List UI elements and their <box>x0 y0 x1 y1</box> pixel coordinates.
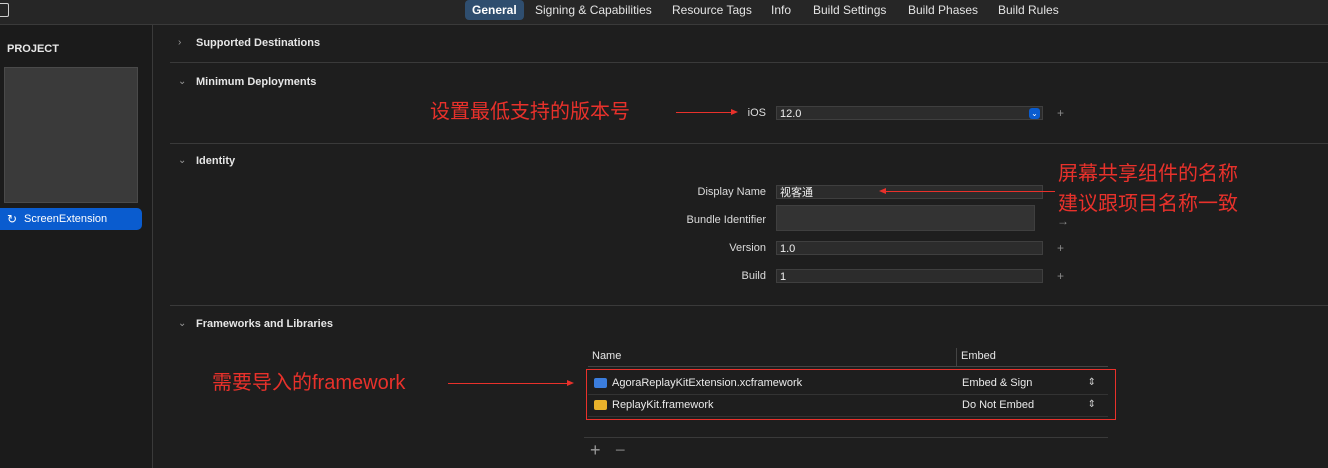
add-deployment-button[interactable]: + <box>1057 106 1064 120</box>
divider <box>170 305 1328 306</box>
annotation-arrow <box>885 191 1055 192</box>
tab-info[interactable]: Info <box>764 0 798 20</box>
table-footer-divider <box>584 437 1108 438</box>
sidebar: PROJECT ↻ ScreenExtension <box>0 25 153 468</box>
add-build-button[interactable]: + <box>1057 269 1064 283</box>
arrow-head-icon <box>567 380 574 386</box>
chevron-right-icon[interactable]: › <box>178 37 181 48</box>
version-label: Version <box>729 242 766 254</box>
column-separator <box>956 348 957 366</box>
bundle-identifier-label: Bundle Identifier <box>686 214 767 226</box>
display-name-field[interactable]: 视客通 <box>776 185 1043 199</box>
ios-version-select[interactable]: 12.0 ⌄ <box>776 106 1043 120</box>
annotation-arrow <box>448 383 568 384</box>
annotation-display-name-2: 建议跟项目名称一致 <box>1058 193 1238 215</box>
tab-build-settings[interactable]: Build Settings <box>806 0 893 20</box>
column-header-name[interactable]: Name <box>592 350 621 362</box>
tab-bar: General Signing & Capabilities Resource … <box>0 0 1328 25</box>
ios-version-value: 12.0 <box>780 108 802 120</box>
annotation-min-version: 设置最低支持的版本号 <box>430 101 630 123</box>
add-framework-button[interactable]: + <box>590 440 601 461</box>
section-supported-destinations[interactable]: Supported Destinations <box>196 37 320 49</box>
chevron-down-icon[interactable]: ⌄ <box>178 155 186 166</box>
window-icon <box>0 3 9 17</box>
version-field[interactable]: 1.0 <box>776 241 1043 255</box>
section-minimum-deployments[interactable]: Minimum Deployments <box>196 76 316 88</box>
arrow-head-icon <box>731 109 738 115</box>
tab-signing-capabilities[interactable]: Signing & Capabilities <box>528 0 659 20</box>
column-header-embed[interactable]: Embed <box>961 350 996 362</box>
extension-icon: ↻ <box>7 212 18 226</box>
annotation-frameworks: 需要导入的framework <box>212 372 406 394</box>
remove-framework-button[interactable]: − <box>615 440 626 461</box>
section-identity[interactable]: Identity <box>196 155 235 167</box>
bundle-identifier-field[interactable] <box>776 205 1035 231</box>
chevron-down-icon[interactable]: ⌄ <box>178 76 186 87</box>
chevron-down-icon[interactable]: ⌄ <box>178 318 186 329</box>
build-label: Build <box>741 270 766 282</box>
section-frameworks-libraries[interactable]: Frameworks and Libraries <box>196 318 333 330</box>
arrow-right-icon: → <box>1057 214 1069 228</box>
tab-build-phases[interactable]: Build Phases <box>901 0 985 20</box>
annotation-arrow <box>676 112 732 113</box>
tab-general[interactable]: General <box>465 0 524 20</box>
annotation-display-name-1: 屏幕共享组件的名称 <box>1058 163 1238 185</box>
build-field[interactable]: 1 <box>776 269 1043 283</box>
tab-build-rules[interactable]: Build Rules <box>991 0 1066 20</box>
display-name-label: Display Name <box>697 186 766 198</box>
table-header-divider <box>588 366 1108 367</box>
sidebar-project-list <box>4 67 138 203</box>
chevron-down-icon[interactable]: ⌄ <box>1029 108 1040 119</box>
highlight-box <box>586 369 1116 420</box>
sidebar-header-project: PROJECT <box>7 43 59 55</box>
add-version-button[interactable]: + <box>1057 241 1064 255</box>
sidebar-item-screenextension[interactable]: ↻ ScreenExtension <box>0 208 142 230</box>
sidebar-item-label: ScreenExtension <box>24 213 108 225</box>
divider <box>170 62 1328 63</box>
ios-label: iOS <box>747 107 766 119</box>
divider <box>170 143 1328 144</box>
tab-resource-tags[interactable]: Resource Tags <box>665 0 759 20</box>
